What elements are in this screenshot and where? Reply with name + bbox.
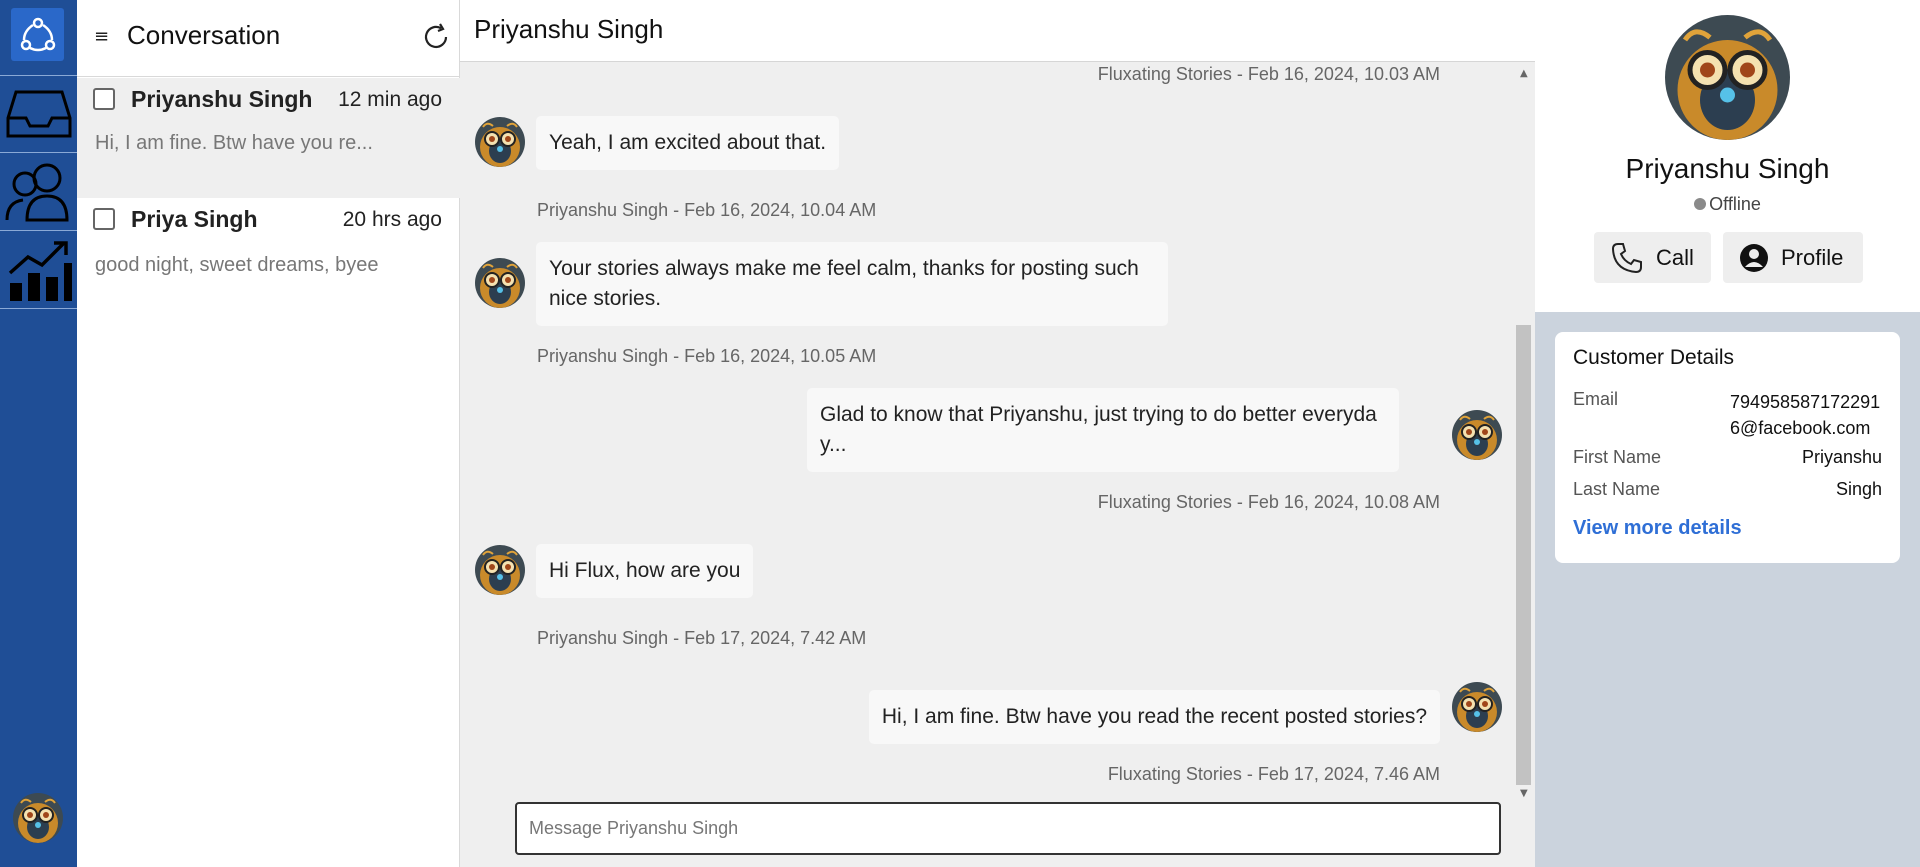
phone-icon	[1611, 242, 1642, 273]
conversation-list-panel: ≡ Conversation Priyanshu Singh 12 min ag…	[77, 0, 460, 867]
first-name-label: First Name	[1573, 447, 1662, 467]
analytics-icon	[8, 241, 72, 301]
contact-avatar-large	[1665, 15, 1790, 140]
message-meta: Priyanshu Singh - Feb 16, 2024, 10.04 AM	[537, 200, 877, 220]
nav-inbox[interactable]	[0, 76, 77, 153]
incoming-message: Your stories always make me feel calm, t…	[536, 242, 1168, 326]
contacts-icon	[5, 163, 69, 222]
status-dot-icon	[1694, 198, 1707, 210]
chat-header: Priyanshu Singh	[460, 0, 1535, 62]
contact-avatar	[475, 258, 525, 308]
nav-analytics[interactable]	[0, 232, 77, 309]
contact-name: Priyanshu Singh	[1625, 153, 1830, 184]
message-meta: Fluxating Stories - Feb 16, 2024, 10.08 …	[1097, 492, 1440, 512]
message-input[interactable]	[515, 802, 1501, 855]
conversation-time: 12 min ago	[338, 88, 442, 111]
last-name-value: Singh	[1835, 479, 1882, 499]
incoming-message: Yeah, I am excited about that.	[536, 116, 840, 170]
message-meta: Priyanshu Singh - Feb 16, 2024, 10.05 AM	[537, 346, 877, 366]
message-meta: Fluxating Stories - Feb 16, 2024, 10.03 …	[1097, 64, 1440, 84]
contact-side-panel: Priyanshu Singh Offline Call Profile Cus…	[1535, 0, 1920, 867]
refresh-icon[interactable]	[421, 22, 451, 52]
view-more-details-link[interactable]: View more details	[1573, 517, 1742, 540]
customer-details-title: Customer Details	[1573, 346, 1735, 369]
menu-icon[interactable]: ≡	[94, 26, 109, 47]
status-label: Offline	[1709, 194, 1761, 214]
customer-details-card: Customer Details Email 7949585871722916@…	[1555, 332, 1900, 563]
conversation-item[interactable]: Priyanshu Singh 12 min ago Hi, I am fine…	[77, 78, 460, 198]
call-button[interactable]: Call	[1594, 232, 1711, 283]
current-user-avatar[interactable]	[13, 793, 63, 843]
conversation-list-title: Conversation	[127, 20, 281, 50]
email-label: Email	[1573, 389, 1619, 409]
contact-avatar	[475, 545, 525, 595]
first-name-value: Priyanshu	[1801, 447, 1882, 467]
chat-title: Priyanshu Singh	[474, 14, 664, 44]
agent-avatar	[1452, 682, 1502, 732]
conversation-time: 20 hrs ago	[342, 208, 442, 231]
outgoing-message: Hi, I am fine. Btw have you read the rec…	[868, 690, 1440, 744]
conversation-checkbox[interactable]	[93, 208, 115, 230]
logo-icon[interactable]	[11, 8, 64, 61]
chat-scrollbar-thumb[interactable]	[1516, 325, 1531, 785]
agent-avatar	[1452, 410, 1502, 460]
user-circle-icon	[1740, 243, 1768, 272]
profile-button[interactable]: Profile	[1723, 232, 1863, 283]
contact-avatar	[475, 117, 525, 167]
contact-status: Offline	[1535, 194, 1920, 215]
conversation-preview: good night, sweet dreams, byee	[95, 254, 379, 276]
conversation-name: Priyanshu Singh	[131, 86, 313, 112]
call-button-label: Call	[1656, 244, 1694, 270]
outgoing-message: Glad to know that Priyanshu, just trying…	[807, 388, 1399, 472]
scroll-down-icon[interactable]: ▼	[1520, 788, 1528, 799]
conversation-name: Priya Singh	[131, 206, 258, 232]
contact-summary: Priyanshu Singh Offline Call Profile	[1535, 0, 1920, 312]
email-value: 7949585871722916@facebook.com	[1730, 392, 1881, 438]
incoming-message: Hi Flux, how are you	[536, 544, 754, 598]
conversation-item[interactable]: Priya Singh 20 hrs ago good night, sweet…	[77, 198, 460, 318]
last-name-label: Last Name	[1573, 479, 1661, 499]
conversation-checkbox[interactable]	[93, 88, 115, 110]
conversation-preview: Hi, I am fine. Btw have you re...	[95, 132, 373, 154]
scroll-up-icon[interactable]: ▲	[1520, 68, 1528, 79]
nav-rail	[0, 0, 77, 867]
conversation-list-header: ≡ Conversation	[77, 0, 460, 77]
message-meta: Priyanshu Singh - Feb 17, 2024, 7.42 AM	[537, 628, 867, 648]
chat-panel: Priyanshu Singh ▲ ▼ Fluxating Stories - …	[460, 0, 1535, 867]
message-meta: Fluxating Stories - Feb 17, 2024, 7.46 A…	[1107, 764, 1440, 784]
nav-contacts[interactable]	[0, 154, 77, 231]
inbox-icon	[6, 90, 71, 138]
profile-button-label: Profile	[1781, 244, 1844, 270]
